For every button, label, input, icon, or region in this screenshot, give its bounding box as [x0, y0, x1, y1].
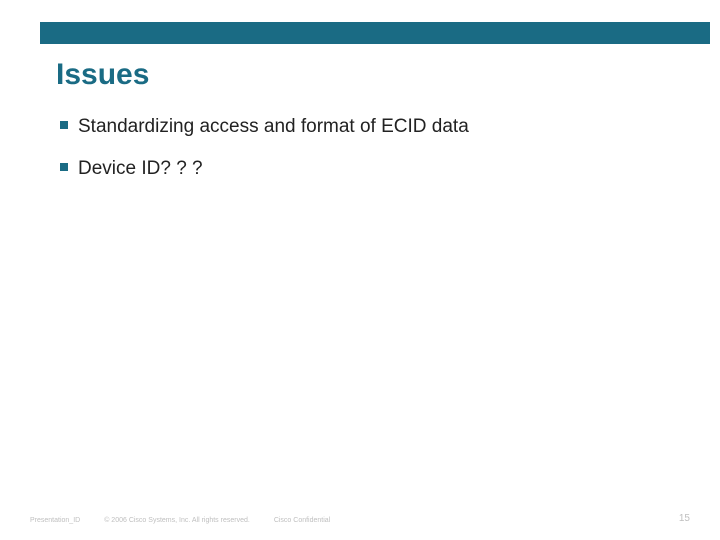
footer-page-number: 15	[679, 513, 690, 524]
bullet-item: Device ID? ? ?	[60, 158, 680, 180]
footer-copyright: © 2006 Cisco Systems, Inc. All rights re…	[104, 517, 250, 524]
footer-presentation-id: Presentation_ID	[30, 517, 80, 524]
footer-confidential: Cisco Confidential	[274, 517, 330, 524]
header-bar	[40, 22, 710, 44]
bullet-item: Standardizing access and format of ECID …	[60, 116, 680, 138]
bullet-list: Standardizing access and format of ECID …	[60, 116, 680, 200]
footer: Presentation_ID © 2006 Cisco Systems, In…	[30, 517, 690, 524]
slide-title: Issues	[56, 58, 149, 92]
